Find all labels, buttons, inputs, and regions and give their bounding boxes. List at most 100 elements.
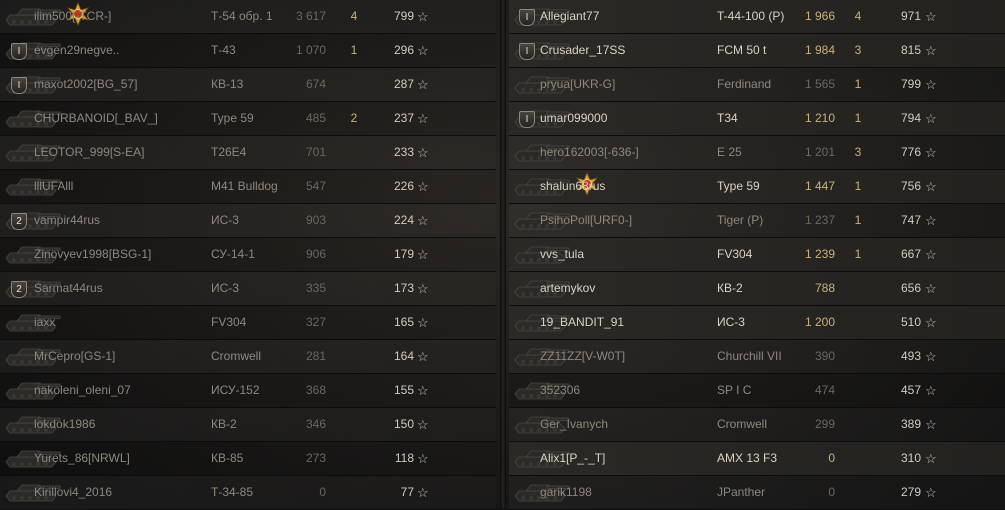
experience-value: 279	[900, 485, 921, 499]
player-row[interactable]: 2 vampir44rus ИС-3 903 224 ☆	[0, 204, 496, 238]
player-name[interactable]: shalun68rus	[540, 170, 700, 203]
experience-value: 971	[900, 9, 921, 23]
player-row[interactable]: artemykov КВ-2 788 656 ☆	[509, 272, 1005, 306]
player-row[interactable]: Alix1[P_-_T] AMX 13 F3 0 310 ☆	[509, 442, 1005, 476]
star-icon: ☆	[925, 451, 937, 466]
rank-badge-icon: I	[519, 43, 535, 60]
star-icon: ☆	[925, 213, 937, 228]
player-name[interactable]: vampir44rus	[34, 204, 194, 237]
experience-value: 296	[393, 43, 414, 57]
rank-badge-icon: I	[519, 111, 535, 128]
player-row[interactable]: I evgen29negve.. Т-43 1 070 1 296 ☆	[0, 34, 496, 68]
player-name[interactable]: hero162003[-636-]	[540, 136, 700, 169]
star-icon: ☆	[417, 281, 429, 296]
star-icon: ☆	[925, 145, 937, 160]
player-name[interactable]: garik1198	[540, 476, 700, 509]
damage-value: 273	[305, 451, 326, 465]
experience-value: 389	[900, 417, 921, 431]
player-row[interactable]: I maxot2002[BG_57] КВ-13 674 287 ☆	[0, 68, 496, 102]
player-row[interactable]: 352306 SP I C 474 457 ☆	[509, 374, 1005, 408]
experience-value: 179	[393, 247, 414, 261]
star-icon: ☆	[925, 77, 937, 92]
player-row[interactable]: pryua[UKR-G] Ferdinand 1 565 1 799 ☆	[509, 68, 1005, 102]
player-row[interactable]: MrCepro[GS-1] Cromwell 281 164 ☆	[0, 340, 496, 374]
player-row[interactable]: Ger_Ivanych Cromwell 299 389 ☆	[509, 408, 1005, 442]
player-row[interactable]: LEOTOR_999[S-EA] T26E4 701 233 ☆	[0, 136, 496, 170]
player-row[interactable]: I Allegiant77 T-44-100 (P) 1 966 4 971 ☆	[509, 0, 1005, 34]
player-row[interactable]: shalun68rus Type 59 1 447 1 756 ☆	[509, 170, 1005, 204]
star-icon: ☆	[417, 451, 429, 466]
player-row[interactable]: ilim500[-TCR-] Т-54 обр. 1 3 617 4 799 ☆	[0, 0, 496, 34]
tank-name: JPanther	[717, 485, 766, 499]
player-name[interactable]: 19_BANDIT_91	[540, 306, 700, 339]
star-icon: ☆	[925, 485, 937, 500]
star-icon: ☆	[925, 9, 937, 24]
experience-value: 799	[900, 77, 921, 91]
star-icon: ☆	[417, 179, 429, 194]
battle-results-board: ilim500[-TCR-] Т-54 обр. 1 3 617 4 799 ☆…	[0, 0, 1005, 510]
player-row[interactable]: iaxx FV304 327 165 ☆	[0, 306, 496, 340]
player-name[interactable]: CHURBANOID[_BAV_]	[34, 102, 194, 135]
experience-value: 493	[900, 349, 921, 363]
damage-value: 0	[828, 451, 835, 465]
player-row[interactable]: lllUFAlll M41 Bulldog 547 226 ☆	[0, 170, 496, 204]
damage-value: 1 239	[804, 247, 835, 261]
tank-name: FCM 50 t	[717, 43, 767, 57]
damage-value: 701	[305, 145, 326, 159]
star-icon: ☆	[925, 43, 937, 58]
player-name[interactable]: artemykov	[540, 272, 700, 305]
player-row[interactable]: 19_BANDIT_91 ИС-3 1 200 510 ☆	[509, 306, 1005, 340]
damage-value: 368	[305, 383, 326, 397]
player-name[interactable]: nakoleni_oleni_07	[34, 374, 194, 407]
player-name[interactable]: Sarmat44rus	[34, 272, 194, 305]
player-row[interactable]: hero162003[-636-] E 25 1 201 3 776 ☆	[509, 136, 1005, 170]
star-icon: ☆	[925, 383, 937, 398]
player-name[interactable]: ZZ11ZZ[V-W0T]	[540, 340, 700, 373]
star-icon: ☆	[417, 43, 429, 58]
player-name[interactable]: vvs_tula	[540, 238, 700, 271]
player-row[interactable]: CHURBANOID[_BAV_] Type 59 485 2 237 ☆	[0, 102, 496, 136]
player-row[interactable]: Zinovyev1998[BSG-1] СУ-14-1 906 179 ☆	[0, 238, 496, 272]
player-name[interactable]: iaxx	[34, 306, 194, 339]
player-name[interactable]: lllUFAlll	[34, 170, 194, 203]
damage-value: 788	[814, 281, 835, 295]
player-name[interactable]: Alix1[P_-_T]	[540, 442, 700, 475]
star-icon: ☆	[417, 383, 429, 398]
player-name[interactable]: LEOTOR_999[S-EA]	[34, 136, 194, 169]
experience-value: 165	[393, 315, 414, 329]
experience-value: 150	[393, 417, 414, 431]
player-row[interactable]: vvs_tula FV304 1 239 1 667 ☆	[509, 238, 1005, 272]
player-name[interactable]: evgen29negve..	[34, 34, 194, 67]
player-row[interactable]: garik1198 JPanther 0 279 ☆	[509, 476, 1005, 510]
player-name[interactable]: Zinovyev1998[BSG-1]	[34, 238, 194, 271]
kills-value: 1	[854, 213, 862, 227]
player-row[interactable]: I umar099000 T34 1 210 1 794 ☆	[509, 102, 1005, 136]
player-row[interactable]: 2 Sarmat44rus ИС-3 335 173 ☆	[0, 272, 496, 306]
player-name[interactable]: Allegiant77	[540, 0, 700, 33]
player-name[interactable]: ilim500[-TCR-]	[34, 0, 194, 33]
player-name[interactable]: 352306	[540, 374, 700, 407]
experience-value: 233	[393, 145, 414, 159]
player-name[interactable]: Crusader_17SS	[540, 34, 700, 67]
player-name[interactable]: maxot2002[BG_57]	[34, 68, 194, 101]
player-row[interactable]: ZZ11ZZ[V-W0T] Churchill VII 390 493 ☆	[509, 340, 1005, 374]
player-row[interactable]: nakoleni_oleni_07 ИСУ-152 368 155 ☆	[0, 374, 496, 408]
player-row[interactable]: lokdok1986 КВ-2 346 150 ☆	[0, 408, 496, 442]
player-name[interactable]: Yurets_86[NRWL]	[34, 442, 194, 475]
player-row[interactable]: Kirillovi4_2016 Т-34-85 0 77 ☆	[0, 476, 496, 510]
tank-name: Churchill VII	[717, 349, 782, 363]
player-name[interactable]: pryua[UKR-G]	[540, 68, 700, 101]
player-name[interactable]: MrCepro[GS-1]	[34, 340, 194, 373]
star-icon: ☆	[417, 145, 429, 160]
player-name[interactable]: Kirillovi4_2016	[34, 476, 194, 509]
player-row[interactable]: PsihoPoll[URF0-] Tiger (P) 1 237 1 747 ☆	[509, 204, 1005, 238]
player-name[interactable]: lokdok1986	[34, 408, 194, 441]
player-name[interactable]: umar099000	[540, 102, 700, 135]
experience-value: 799	[393, 9, 414, 23]
player-row[interactable]: I Crusader_17SS FCM 50 t 1 984 3 815 ☆	[509, 34, 1005, 68]
player-name[interactable]: PsihoPoll[URF0-]	[540, 204, 700, 237]
star-icon: ☆	[925, 111, 937, 126]
player-row[interactable]: Yurets_86[NRWL] КВ-85 273 118 ☆	[0, 442, 496, 476]
damage-value: 3 617	[295, 9, 326, 23]
player-name[interactable]: Ger_Ivanych	[540, 408, 700, 441]
